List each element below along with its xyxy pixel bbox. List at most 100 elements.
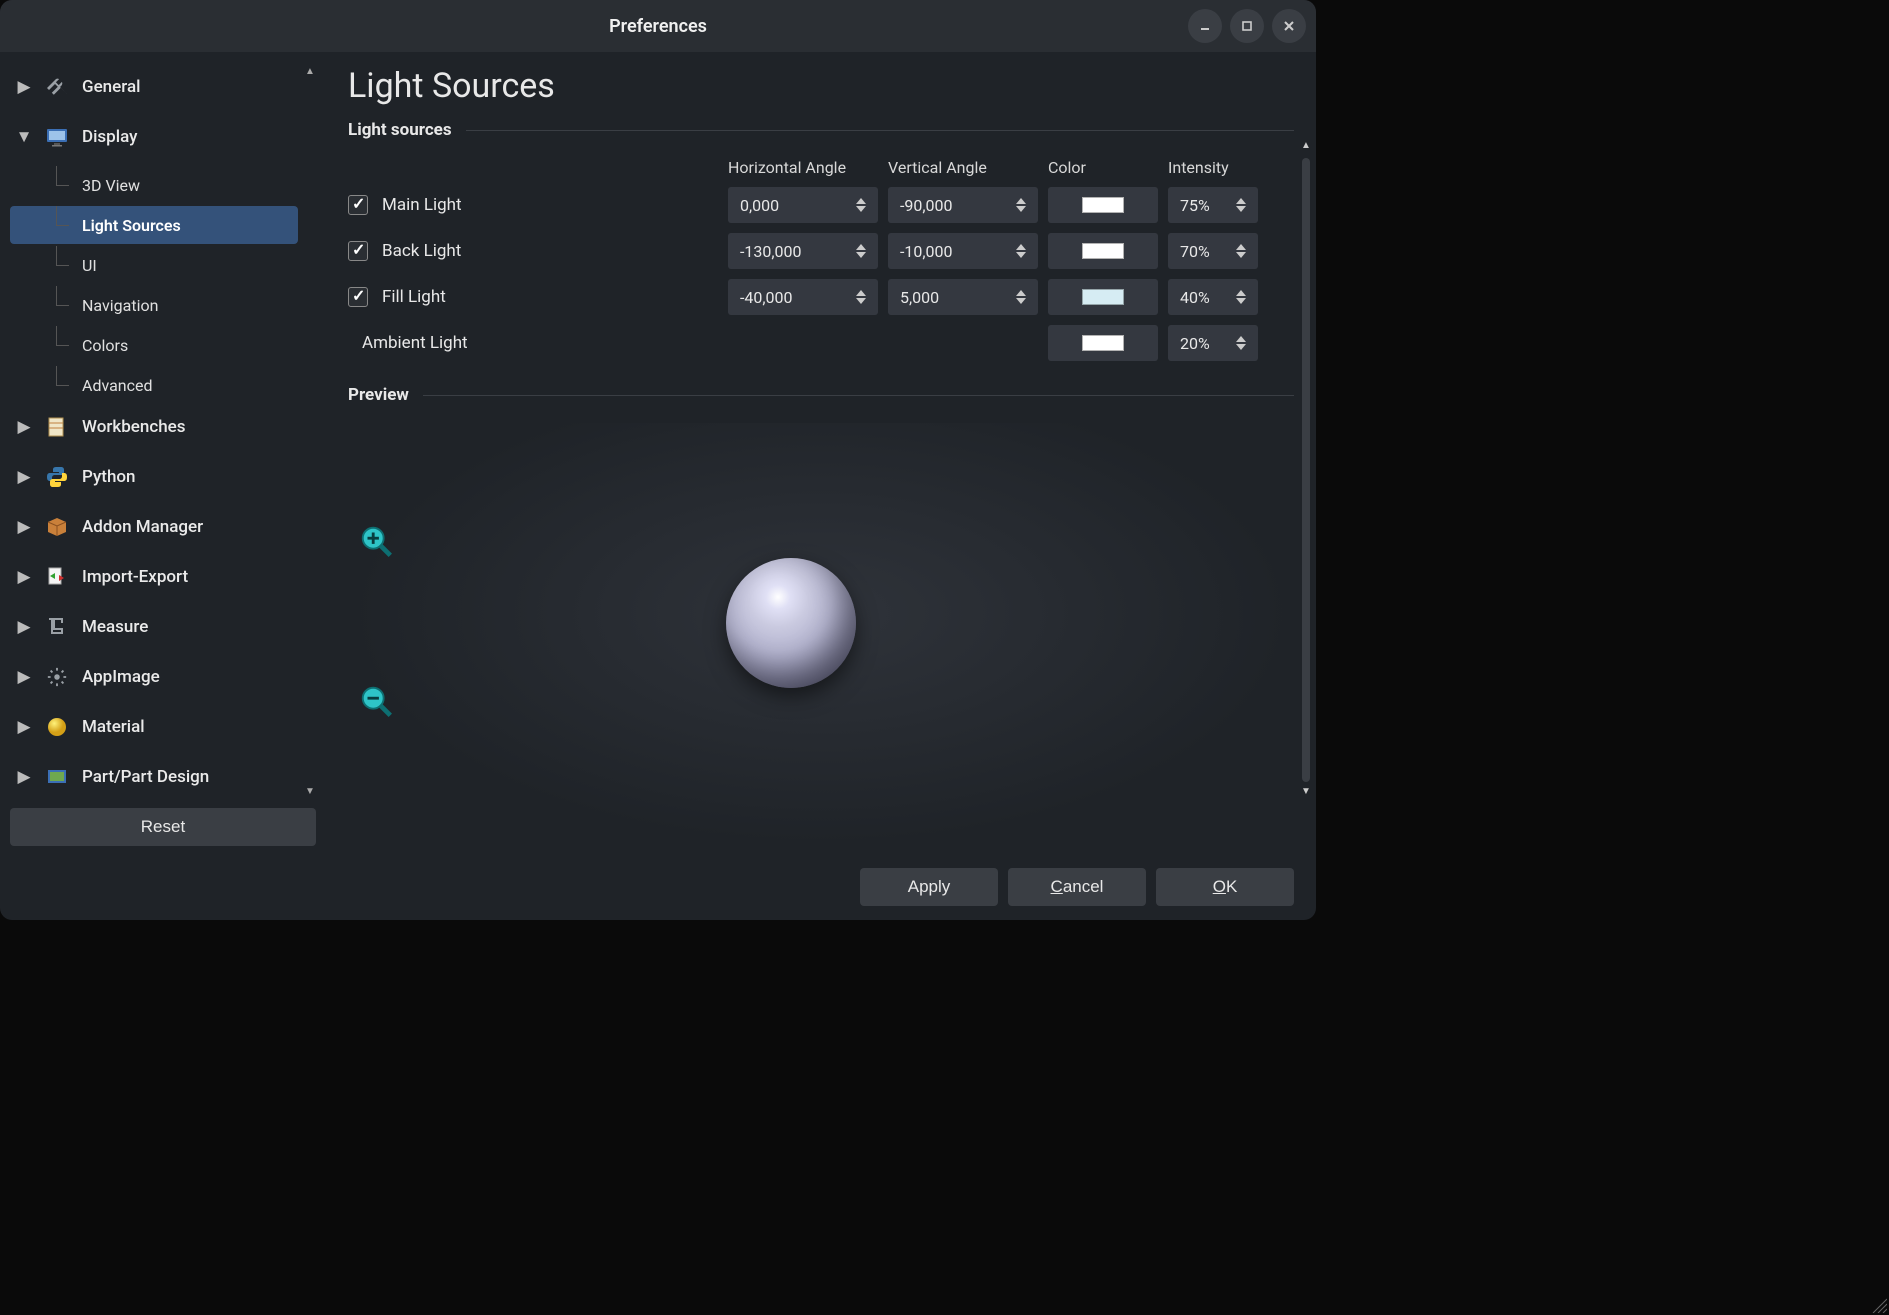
- hangle-main-light[interactable]: 0,000: [728, 187, 878, 223]
- checkbox-back-light[interactable]: [348, 241, 368, 261]
- titlebar: Preferences: [0, 0, 1316, 52]
- sidebar-item-appimage[interactable]: ▶ AppImage: [10, 656, 298, 698]
- hangle-back-light[interactable]: -130,000: [728, 233, 878, 269]
- sidebar-item-label: Material: [82, 717, 145, 737]
- spinner-down-icon[interactable]: [856, 206, 866, 212]
- monitor-icon: [44, 124, 70, 150]
- color-ambient-light[interactable]: [1048, 325, 1158, 361]
- sidebar-child-colors[interactable]: Colors: [10, 326, 298, 364]
- section-preview: Preview: [348, 385, 409, 405]
- sidebar-item-measure[interactable]: ▶ Measure: [10, 606, 298, 648]
- intensity-ambient-light[interactable]: 20%: [1168, 325, 1258, 361]
- spinner-up-icon[interactable]: [856, 244, 866, 250]
- hangle-fill-light[interactable]: -40,000: [728, 279, 878, 315]
- spinner-down-icon[interactable]: [1016, 298, 1026, 304]
- python-icon: [44, 464, 70, 490]
- maximize-button[interactable]: [1230, 9, 1264, 43]
- label-ambient-light: Ambient Light: [362, 333, 468, 353]
- col-vertical-angle: Vertical Angle: [888, 158, 1038, 177]
- spinner-down-icon[interactable]: [1236, 298, 1246, 304]
- zoom-in-button[interactable]: [358, 523, 396, 565]
- spinner-up-icon[interactable]: [1236, 244, 1246, 250]
- sidebar-item-display[interactable]: ▼ Display: [10, 116, 298, 158]
- zoom-out-button[interactable]: [358, 683, 396, 725]
- spinner-up-icon[interactable]: [1236, 336, 1246, 342]
- sidebar-item-label: Python: [82, 467, 136, 487]
- color-fill-light[interactable]: [1048, 279, 1158, 315]
- sidebar-child-advanced[interactable]: Advanced: [10, 366, 298, 404]
- preview-viewport[interactable]: [348, 423, 1294, 846]
- spinner-down-icon[interactable]: [856, 298, 866, 304]
- scroll-up-icon[interactable]: ▲: [304, 66, 316, 78]
- sidebar-item-label: AppImage: [82, 667, 160, 687]
- sidebar-item-label: Display: [82, 127, 137, 147]
- sidebar-item-general[interactable]: ▶ General: [10, 66, 298, 108]
- sidebar-item-import-export[interactable]: ▶ Import-Export: [10, 556, 298, 598]
- chevron-right-icon: ▶: [16, 519, 32, 535]
- sidebar-item-label: Workbenches: [82, 417, 186, 437]
- minimize-button[interactable]: [1188, 9, 1222, 43]
- spinner-up-icon[interactable]: [1016, 290, 1026, 296]
- spinner-up-icon[interactable]: [1236, 290, 1246, 296]
- color-main-light[interactable]: [1048, 187, 1158, 223]
- intensity-fill-light[interactable]: 40%: [1168, 279, 1258, 315]
- label-fill-light: Fill Light: [382, 287, 446, 307]
- apply-button[interactable]: Apply: [860, 868, 998, 906]
- tools-icon: [44, 74, 70, 100]
- spinner-down-icon[interactable]: [856, 252, 866, 258]
- sidebar-child-navigation[interactable]: Navigation: [10, 286, 298, 324]
- spinner-down-icon[interactable]: [1236, 252, 1246, 258]
- page-title: Light Sources: [348, 66, 1294, 106]
- vangle-main-light[interactable]: -90,000: [888, 187, 1038, 223]
- vangle-fill-light[interactable]: 5,000: [888, 279, 1038, 315]
- chevron-right-icon: ▶: [16, 619, 32, 635]
- spinner-up-icon[interactable]: [1016, 244, 1026, 250]
- scroll-down-icon[interactable]: ▼: [304, 786, 316, 798]
- sphere-icon: [44, 714, 70, 740]
- import-export-icon: [44, 564, 70, 590]
- sidebar-item-part-design[interactable]: ▶ Part/Part Design: [10, 756, 298, 798]
- chevron-right-icon: ▶: [16, 669, 32, 685]
- cancel-button[interactable]: Cancel: [1008, 868, 1146, 906]
- color-back-light[interactable]: [1048, 233, 1158, 269]
- spinner-down-icon[interactable]: [1016, 252, 1026, 258]
- spinner-down-icon[interactable]: [1236, 206, 1246, 212]
- spinner-down-icon[interactable]: [1016, 206, 1026, 212]
- chevron-down-icon: ▼: [16, 129, 32, 145]
- col-color: Color: [1048, 158, 1158, 177]
- sidebar-item-python[interactable]: ▶ Python: [10, 456, 298, 498]
- chevron-right-icon: ▶: [16, 469, 32, 485]
- sidebar-scrollbar[interactable]: ▲ ▼: [304, 66, 316, 798]
- sidebar-item-label: Addon Manager: [82, 517, 203, 537]
- content-scrollbar[interactable]: ▲ ▼: [1300, 140, 1312, 800]
- close-button[interactable]: [1272, 9, 1306, 43]
- checkbox-main-light[interactable]: [348, 195, 368, 215]
- ok-button[interactable]: OK: [1156, 868, 1294, 906]
- checkbox-fill-light[interactable]: [348, 287, 368, 307]
- vangle-back-light[interactable]: -10,000: [888, 233, 1038, 269]
- spinner-up-icon[interactable]: [1016, 198, 1026, 204]
- intensity-main-light[interactable]: 75%: [1168, 187, 1258, 223]
- scroll-down-icon[interactable]: ▼: [1300, 786, 1312, 800]
- col-horizontal-angle: Horizontal Angle: [728, 158, 878, 177]
- section-light-sources: Light sources: [348, 120, 452, 140]
- sidebar-child-3d-view[interactable]: 3D View: [10, 166, 298, 204]
- intensity-back-light[interactable]: 70%: [1168, 233, 1258, 269]
- caliper-icon: [44, 614, 70, 640]
- spinner-down-icon[interactable]: [1236, 344, 1246, 350]
- sidebar-item-material[interactable]: ▶ Material: [10, 706, 298, 748]
- spinner-up-icon[interactable]: [856, 198, 866, 204]
- sidebar-item-addon-manager[interactable]: ▶ Addon Manager: [10, 506, 298, 548]
- scroll-up-icon[interactable]: ▲: [1300, 140, 1312, 154]
- scrollbar-thumb[interactable]: [1302, 158, 1310, 782]
- spinner-up-icon[interactable]: [856, 290, 866, 296]
- spinner-up-icon[interactable]: [1236, 198, 1246, 204]
- sidebar-item-label: Measure: [82, 617, 148, 637]
- sidebar-item-label: General: [82, 77, 140, 97]
- reset-button[interactable]: Reset: [10, 808, 316, 846]
- sidebar-item-label: Part/Part Design: [82, 767, 209, 787]
- sidebar-item-workbenches[interactable]: ▶ Workbenches: [10, 406, 298, 448]
- gear-icon: [44, 664, 70, 690]
- sidebar-child-ui[interactable]: UI: [10, 246, 298, 284]
- sidebar-child-light-sources[interactable]: Light Sources: [10, 206, 298, 244]
